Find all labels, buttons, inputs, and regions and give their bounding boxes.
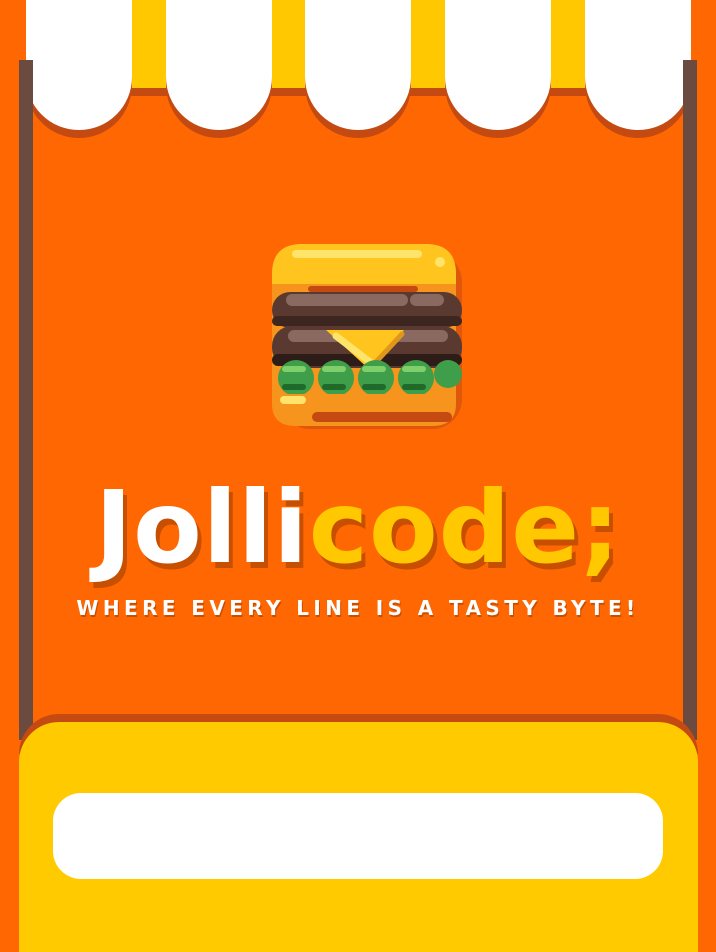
- awning-scallop: [305, 0, 411, 130]
- awning-scallop: [166, 0, 272, 130]
- awning-scallop: [26, 0, 132, 130]
- counter-slot: [53, 793, 663, 879]
- stall-post-right: [683, 60, 697, 740]
- awning: [0, 0, 716, 140]
- app-title: Jollicode;: [0, 468, 716, 588]
- burger-icon: [272, 244, 462, 429]
- app-title-part-a: Jolli: [94, 469, 309, 586]
- app-title-part-b: code;: [308, 469, 622, 586]
- awning-scallop: [445, 0, 551, 130]
- awning-scallop: [585, 0, 691, 130]
- tagline: WHERE EVERY LINE IS A TASTY BYTE!: [76, 596, 640, 620]
- stall-post-left: [19, 60, 33, 740]
